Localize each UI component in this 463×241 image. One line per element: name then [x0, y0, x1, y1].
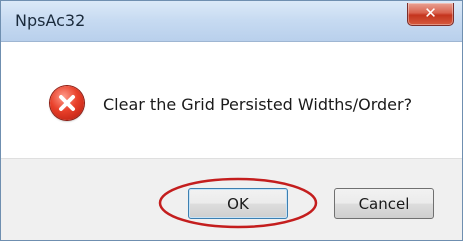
dialog-message: Clear the Grid Persisted Widths/Order? [103, 95, 413, 114]
window-title: NpsAc32 [15, 11, 86, 30]
cancel-button[interactable]: Cancel [334, 188, 434, 219]
title-bar: NpsAc32 ✕ [1, 1, 462, 42]
ok-button[interactable]: OK [188, 188, 288, 219]
button-bar: OK Cancel [1, 158, 462, 240]
close-icon: ✕ [424, 4, 437, 22]
error-icon [50, 86, 84, 120]
dialog-content: Clear the Grid Persisted Widths/Order? [1, 42, 462, 158]
message-dialog: NpsAc32 ✕ Clear the Grid Persisted Width… [0, 0, 463, 241]
close-button[interactable]: ✕ [407, 3, 454, 26]
